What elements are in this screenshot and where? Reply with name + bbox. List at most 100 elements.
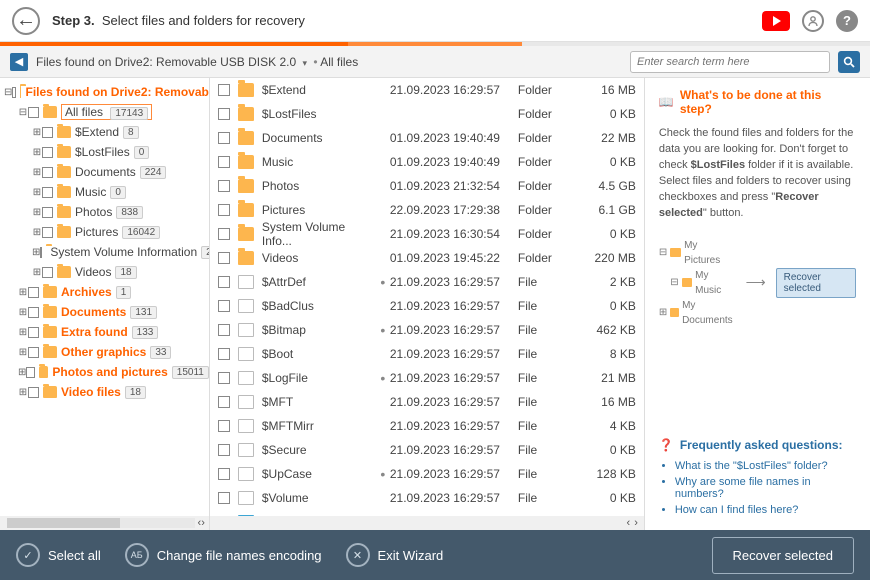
tree-row[interactable]: ⊞Pictures16042: [0, 222, 209, 242]
checkbox[interactable]: [42, 267, 53, 278]
expander-icon[interactable]: ⊞: [18, 347, 28, 358]
tree-row[interactable]: ⊞Other graphics33: [0, 342, 209, 362]
checkbox[interactable]: [218, 180, 230, 192]
file-row[interactable]: Music01.09.2023 19:40:49Folder0 KB: [210, 150, 644, 174]
youtube-icon[interactable]: [762, 11, 790, 31]
checkbox[interactable]: [218, 108, 230, 120]
checkbox[interactable]: [218, 276, 230, 288]
checkbox[interactable]: [218, 396, 230, 408]
tree-row[interactable]: ⊞Video files18: [0, 382, 209, 402]
file-row[interactable]: Videos01.09.2023 19:45:22Folder220 MB: [210, 246, 644, 270]
tree-row[interactable]: ⊞Documents224: [0, 162, 209, 182]
expander-icon[interactable]: ⊞: [32, 187, 42, 198]
checkbox[interactable]: [218, 372, 230, 384]
checkbox[interactable]: [12, 87, 15, 98]
expander-icon[interactable]: ⊞: [32, 167, 42, 178]
expander-icon[interactable]: ⊞: [18, 307, 28, 318]
file-row[interactable]: Pictures22.09.2023 17:29:38Folder6.1 GB: [210, 198, 644, 222]
file-row[interactable]: Documents01.09.2023 19:40:49Folder22 MB: [210, 126, 644, 150]
select-all-button[interactable]: ✓ Select all: [16, 543, 101, 567]
tree-row[interactable]: ⊞Photos and pictures15011: [0, 362, 209, 382]
expander-icon[interactable]: ⊟: [18, 107, 28, 118]
tree-row[interactable]: ⊞$LostFiles0: [0, 142, 209, 162]
checkbox[interactable]: [28, 287, 39, 298]
help-icon[interactable]: ?: [836, 10, 858, 32]
tree-row[interactable]: ⊞Extra found133: [0, 322, 209, 342]
checkbox[interactable]: [218, 156, 230, 168]
expander-icon[interactable]: ⊞: [32, 227, 42, 238]
exit-wizard-button[interactable]: ✕ Exit Wizard: [346, 543, 444, 567]
checkbox[interactable]: [42, 167, 53, 178]
expander-icon[interactable]: ⊞: [32, 267, 42, 278]
checkbox[interactable]: [26, 367, 34, 378]
account-icon[interactable]: [802, 10, 824, 32]
checkbox[interactable]: [218, 348, 230, 360]
file-row[interactable]: Photos01.09.2023 21:32:54Folder4.5 GB: [210, 174, 644, 198]
tree-row[interactable]: ⊞$Extend8: [0, 122, 209, 142]
expander-icon[interactable]: ⊞: [32, 207, 42, 218]
file-row[interactable]: $Volume21.09.2023 16:29:57File0 KB: [210, 486, 644, 510]
search-input[interactable]: [630, 51, 830, 73]
checkbox[interactable]: [42, 207, 53, 218]
checkbox[interactable]: [28, 107, 39, 118]
tree-horizontal-scrollbar[interactable]: ‹›: [0, 516, 209, 530]
checkbox[interactable]: [218, 420, 230, 432]
faq-link[interactable]: Why are some file names in numbers?: [675, 476, 856, 500]
search-button[interactable]: [838, 51, 860, 73]
tree-row[interactable]: ⊞System Volume Information2: [0, 242, 209, 262]
file-row[interactable]: System Volume Info...21.09.2023 16:30:54…: [210, 222, 644, 246]
checkbox[interactable]: [218, 444, 230, 456]
checkbox[interactable]: [218, 300, 230, 312]
expander-icon[interactable]: ⊟: [4, 87, 12, 98]
checkbox[interactable]: [42, 227, 53, 238]
change-encoding-button[interactable]: AБ Change file names encoding: [125, 543, 322, 567]
file-row[interactable]: $LostFilesFolder0 KB: [210, 102, 644, 126]
tree-row[interactable]: ⊟Files found on Drive2: Removab: [0, 82, 209, 102]
file-row[interactable]: $UpCase•21.09.2023 16:29:57File128 KB: [210, 462, 644, 486]
file-row[interactable]: $LogFile•21.09.2023 16:29:57File21 MB: [210, 366, 644, 390]
checkbox[interactable]: [218, 84, 230, 96]
expander-icon[interactable]: ⊞: [18, 287, 28, 298]
checkbox[interactable]: [42, 147, 53, 158]
file-row[interactable]: $Bitmap•21.09.2023 16:29:57File462 KB: [210, 318, 644, 342]
file-row[interactable]: $BadClus21.09.2023 16:29:57File0 KB: [210, 294, 644, 318]
file-row[interactable]: $AttrDef•21.09.2023 16:29:57File2 KB: [210, 270, 644, 294]
expander-icon[interactable]: ⊞: [32, 127, 42, 138]
back-button[interactable]: ←: [12, 7, 40, 35]
checkbox[interactable]: [28, 387, 39, 398]
file-row[interactable]: $MFT21.09.2023 16:29:57File16 MB: [210, 390, 644, 414]
recover-selected-button[interactable]: Recover selected: [712, 537, 854, 574]
expander-icon[interactable]: ⊞: [32, 247, 40, 258]
tree-row[interactable]: ⊞Archives1: [0, 282, 209, 302]
checkbox[interactable]: [28, 347, 39, 358]
checkbox[interactable]: [28, 327, 39, 338]
checkbox[interactable]: [28, 307, 39, 318]
breadcrumb-back-button[interactable]: ◀: [10, 53, 28, 71]
faq-link[interactable]: How can I find files here?: [675, 504, 856, 516]
checkbox[interactable]: [218, 468, 230, 480]
file-row[interactable]: $Secure21.09.2023 16:29:57File0 KB: [210, 438, 644, 462]
checkbox[interactable]: [218, 252, 230, 264]
expander-icon[interactable]: ⊞: [32, 147, 42, 158]
file-row[interactable]: $Boot21.09.2023 16:29:57File8 KB: [210, 342, 644, 366]
checkbox[interactable]: [218, 324, 230, 336]
tree-row[interactable]: ⊟All files 17143: [0, 102, 209, 122]
tree-row[interactable]: ⊞Videos18: [0, 262, 209, 282]
expander-icon[interactable]: ⊞: [18, 367, 26, 378]
tree-row[interactable]: ⊞Music0: [0, 182, 209, 202]
file-row[interactable]: $MFTMirr21.09.2023 16:29:57File4 KB: [210, 414, 644, 438]
breadcrumb-path[interactable]: Files found on Drive2: Removable USB DIS…: [36, 55, 622, 69]
expander-icon[interactable]: ⊞: [18, 387, 28, 398]
file-horizontal-scrollbar[interactable]: ‹›: [210, 516, 644, 530]
checkbox[interactable]: [218, 492, 230, 504]
tree-row[interactable]: ⊞Documents131: [0, 302, 209, 322]
tree-row[interactable]: ⊞Photos838: [0, 202, 209, 222]
checkbox[interactable]: [218, 204, 230, 216]
checkbox[interactable]: [218, 228, 230, 240]
expander-icon[interactable]: ⊞: [18, 327, 28, 338]
file-row[interactable]: $Extend21.09.2023 16:29:57Folder16 MB: [210, 78, 644, 102]
checkbox[interactable]: [218, 132, 230, 144]
checkbox[interactable]: [42, 187, 53, 198]
faq-link[interactable]: What is the "$LostFiles" folder?: [675, 460, 856, 472]
checkbox[interactable]: [42, 127, 53, 138]
